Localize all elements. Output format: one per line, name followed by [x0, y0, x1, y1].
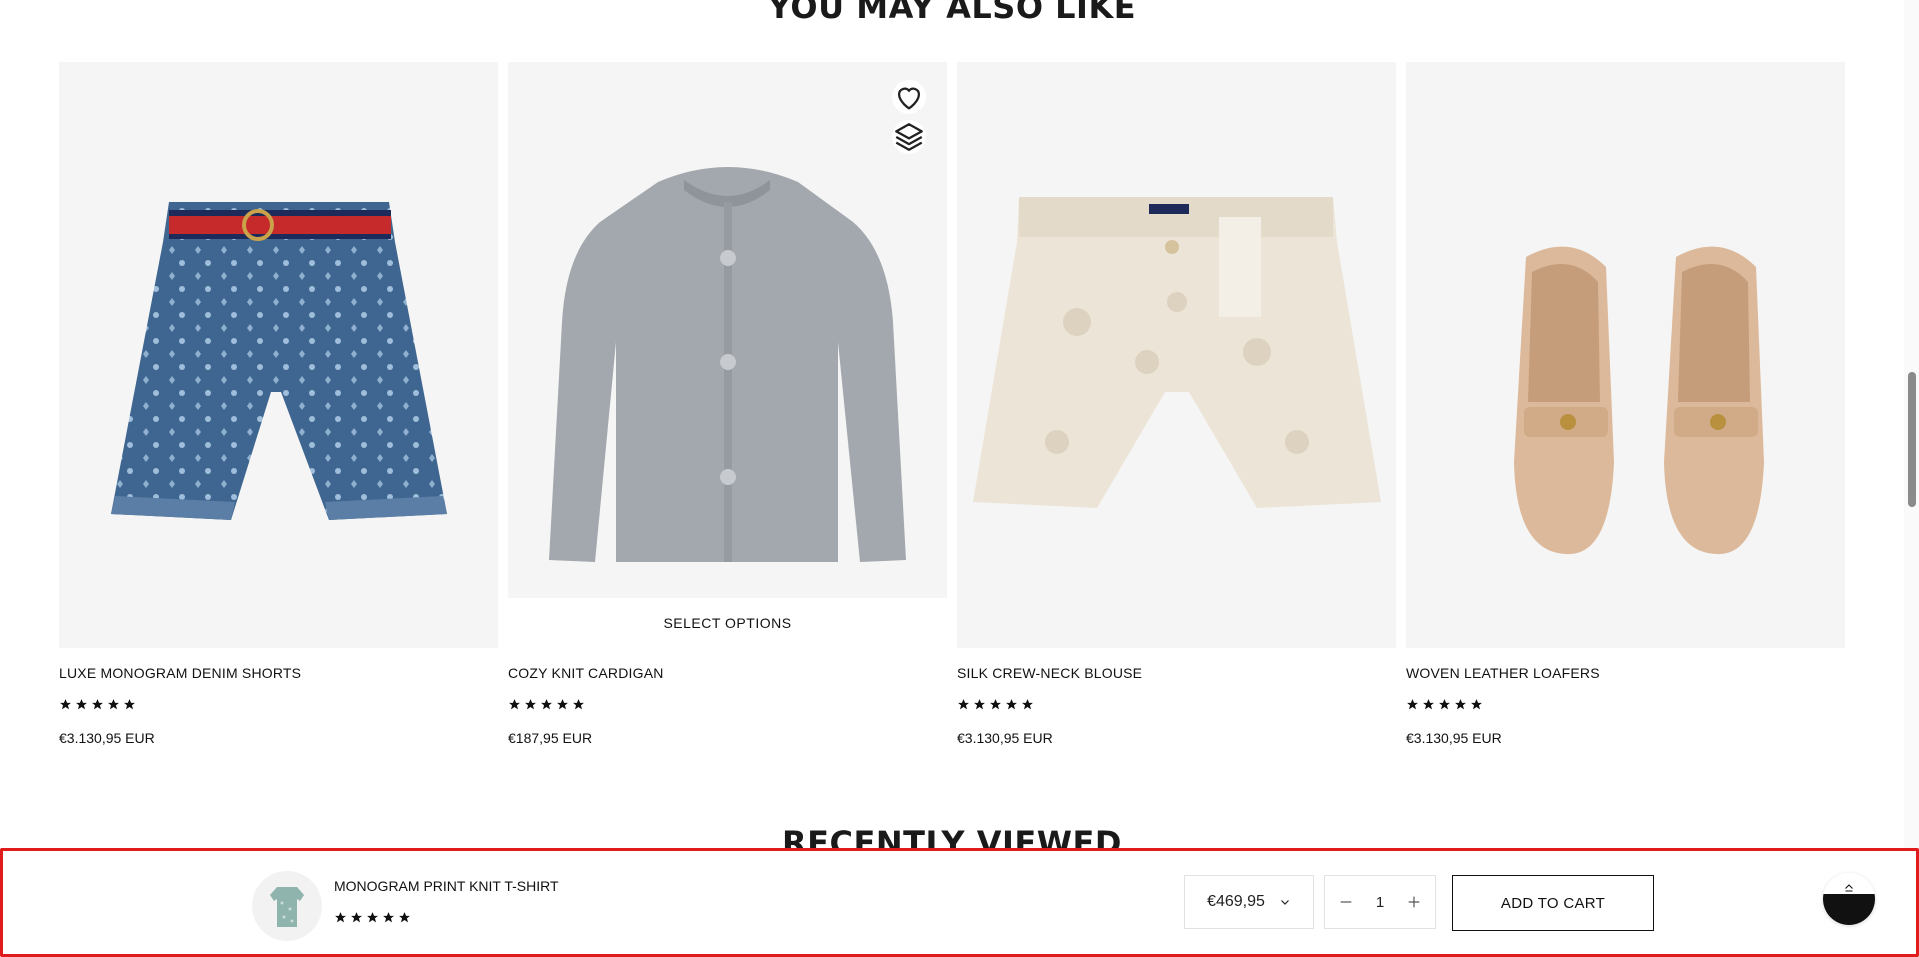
star-icon	[1439, 699, 1450, 710]
star-icon	[124, 699, 135, 710]
star-icon	[335, 912, 346, 923]
star-icon	[92, 699, 103, 710]
star-icon	[76, 699, 87, 710]
sticky-product-thumbnail[interactable]	[252, 871, 322, 941]
quantity-input[interactable]: 1	[1365, 894, 1395, 911]
star-icon	[990, 699, 1001, 710]
product-grid: LUXE MONOGRAM DENIM SHORTS €3.130,95 EUR	[59, 62, 1845, 762]
layers-icon	[895, 123, 923, 151]
compare-button[interactable]	[892, 120, 926, 154]
variant-price-value: €469,95	[1207, 893, 1265, 910]
product-price: €3.130,95 EUR	[1406, 730, 1502, 746]
star-icon	[60, 699, 71, 710]
knit-cardigan-image	[549, 167, 906, 562]
rating-stars	[59, 698, 136, 711]
product-name[interactable]: COZY KNIT CARDIGAN	[508, 665, 664, 681]
product-price: €3.130,95 EUR	[59, 730, 155, 746]
star-icon	[958, 699, 969, 710]
star-icon	[1455, 699, 1466, 710]
add-to-cart-button[interactable]: ADD TO CART	[1452, 875, 1654, 931]
wishlist-button[interactable]	[892, 80, 926, 114]
scrollbar-thumb[interactable]	[1908, 372, 1916, 507]
product-name[interactable]: LUXE MONOGRAM DENIM SHORTS	[59, 665, 301, 681]
heart-icon	[897, 87, 921, 110]
star-icon	[351, 912, 362, 923]
quantity-stepper: 1	[1324, 875, 1436, 929]
product-price: €187,95 EUR	[508, 730, 593, 746]
star-icon	[573, 699, 584, 710]
section-title-you-may-also-like: YOU MAY ALSO LIKE	[767, 0, 1137, 26]
product-image[interactable]	[508, 62, 947, 598]
product-card[interactable]: SILK CREW-NECK BLOUSE €3.130,95 EUR	[957, 62, 1396, 762]
product-image[interactable]	[1406, 62, 1845, 648]
star-icon	[1006, 699, 1017, 710]
loafers-image	[1514, 246, 1764, 555]
arrow-up-icon	[1845, 884, 1853, 892]
star-icon	[974, 699, 985, 710]
rating-stars	[1406, 698, 1483, 711]
tshirt-image	[270, 887, 304, 927]
select-options-button[interactable]: SELECT OPTIONS	[508, 598, 947, 648]
star-icon	[541, 699, 552, 710]
minus-icon	[1340, 901, 1352, 903]
variant-price-select[interactable]: €469,95	[1184, 875, 1314, 929]
product-price: €3.130,95 EUR	[957, 730, 1053, 746]
star-icon	[525, 699, 536, 710]
product-name[interactable]: WOVEN LEATHER LOAFERS	[1406, 665, 1600, 681]
star-icon	[367, 912, 378, 923]
increase-quantity-button[interactable]	[1403, 891, 1425, 913]
product-card[interactable]: SELECT OPTIONS COZY KNIT CARDIGAN €187,9…	[508, 62, 947, 762]
rating-stars	[957, 698, 1034, 711]
star-icon	[1022, 699, 1033, 710]
star-icon	[383, 912, 394, 923]
cream-shorts-image	[973, 197, 1381, 508]
sticky-add-to-cart-bar: MONOGRAM PRINT KNIT T-SHIRT €469,95 1 AD…	[0, 848, 1919, 957]
back-to-top-button[interactable]	[1823, 873, 1875, 925]
decrease-quantity-button[interactable]	[1335, 891, 1357, 913]
rating-stars	[508, 698, 585, 711]
plus-icon	[1408, 896, 1420, 908]
product-image[interactable]	[957, 62, 1396, 648]
star-icon	[399, 912, 410, 923]
product-image[interactable]	[59, 62, 498, 648]
star-icon	[108, 699, 119, 710]
sticky-product-name: MONOGRAM PRINT KNIT T-SHIRT	[334, 878, 559, 894]
star-icon	[509, 699, 520, 710]
product-card[interactable]: WOVEN LEATHER LOAFERS €3.130,95 EUR	[1406, 62, 1845, 762]
star-icon	[1471, 699, 1482, 710]
star-icon	[557, 699, 568, 710]
scrollbar[interactable]	[1904, 0, 1919, 957]
product-card[interactable]: LUXE MONOGRAM DENIM SHORTS €3.130,95 EUR	[59, 62, 498, 762]
rating-stars	[334, 911, 411, 924]
product-name[interactable]: SILK CREW-NECK BLOUSE	[957, 665, 1142, 681]
denim-shorts-image	[111, 202, 447, 520]
chevron-down-icon	[1280, 900, 1289, 905]
star-icon	[1407, 699, 1418, 710]
star-icon	[1423, 699, 1434, 710]
